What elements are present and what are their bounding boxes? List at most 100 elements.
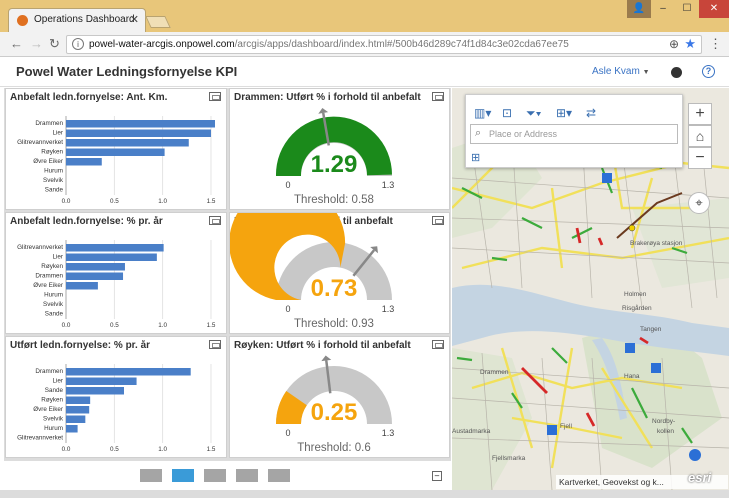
gauge-panel-drammen: Drammen: Utført % i forhold til anbefalt… [229,88,450,210]
address-bar[interactable]: i powel-water-arcgis.onpowel.com/arcgis/… [66,35,702,54]
bar [66,129,211,137]
page-button-4[interactable] [236,469,258,482]
favicon-icon [17,15,28,26]
layers-icon[interactable]: ▥▾ [474,106,491,120]
category-label: Lier [53,378,64,385]
bar [66,244,164,252]
selection-icon[interactable]: ⊞▾ [556,106,572,120]
url-text: powel-water-arcgis.onpowel.com/arcgis/ap… [89,39,569,50]
category-label: Drammen [35,368,63,375]
tick-label: 1.5 [207,322,216,329]
tick-label: 0.5 [110,198,119,205]
esri-logo: esri [688,470,712,485]
user-menu[interactable]: Asle Kvam ▼ [592,66,650,77]
bar [66,368,191,376]
map-label: Risgården [622,304,652,312]
bar [66,396,91,404]
locate-button[interactable]: ⌖ [688,192,710,214]
home-button[interactable]: ⌂ [688,125,712,147]
tick-label: 1.0 [158,322,167,329]
category-label: Sande [45,187,64,194]
dashboard-grid: Anbefalt ledn.fornyelse: Ant. Km. 0.0 0.5… [4,88,451,460]
bar-panel-km: Anbefalt ledn.fornyelse: Ant. Km. 0.0 0.5… [5,88,227,210]
zoom-in-button[interactable]: + [688,103,712,125]
user-name: Asle Kvam [592,66,640,77]
page-button-2[interactable] [172,469,194,482]
bar [66,272,124,280]
category-label: Lier [53,130,64,137]
page-footer: – [4,460,451,490]
bar [66,387,124,395]
map-search[interactable]: ⌕ Place or Address [470,124,678,144]
bar-panel-recommended: Anbefalt ledn.fornyelse: % pr. år 0.0 0.5… [5,212,227,334]
gauge: 0.73 0 1.3 Threshold: 0.93 [230,213,395,330]
tab-bar: Operations Dashboard ✕ 👤 – ☐ ✕ [0,0,729,32]
threshold-marker [318,107,329,114]
browser-tab[interactable]: Operations Dashboard ✕ [8,8,146,32]
window-controls: 👤 – ☐ ✕ [627,0,729,18]
collapse-icon[interactable]: – [432,471,442,481]
info-icon[interactable]: i [72,38,84,50]
bar [66,120,215,128]
category-label: Drammen [35,120,63,127]
bar [66,377,137,385]
threshold-label: Threshold: 0.93 [294,318,374,330]
category-label: Hurum [44,292,63,299]
legend-icon[interactable]: ⊡ [502,106,512,120]
map-label: Fjellsmarka [492,455,526,462]
zoom-icon[interactable]: ⊕ [669,37,679,51]
query-icon[interactable]: ⊞ [471,151,480,164]
gauge-max-label: 1.3 [382,180,395,190]
window-bottom-edge [0,490,729,498]
map-view[interactable]: Brakerøya stasjon Holmen Risgården Tange… [452,88,729,490]
bar-panel-completed: Utført ledn.fornyelse: % pr. år 0.0 0.5 1.… [5,336,227,458]
gauge-max-label: 1.3 [382,304,395,314]
help-icon[interactable]: ? [702,65,715,78]
gauge-value: 1.29 [311,151,358,178]
tick-label: 0.5 [110,446,119,453]
new-tab-button[interactable] [145,16,171,28]
page-button-3[interactable] [204,469,226,482]
tick-label: 1.5 [207,198,216,205]
bar-chart: 0.0 0.5 1.0 1.5 Glitrevannverket Lier Røyken Dr… [17,240,216,329]
category-label: Lier [53,254,64,261]
measure-icon[interactable]: ⇄ [586,106,596,120]
category-label: Røyken [41,397,63,404]
bar [66,158,102,166]
bar [66,139,189,147]
map-label: Holmen [624,291,647,298]
threshold-label: Threshold: 0.58 [294,194,374,206]
category-label: Glitrevannverket [17,139,63,146]
tab-title: Operations Dashboard [34,14,135,25]
bookmark-star-icon[interactable]: ★ [684,36,696,52]
map-toolbar: ▥▾ ⊡ ⏷▾ ⊞▾ ⇄ ⌕ Place or Address ⊞ [465,94,683,168]
category-label: Røyken [41,149,63,156]
category-label: Svelvik [43,301,64,308]
minimize-button[interactable]: – [651,0,675,18]
status-dot-icon[interactable] [671,67,682,78]
map-label: Hana [624,373,640,380]
page-button-1[interactable] [140,469,162,482]
browser-menu-icon[interactable]: ⋮ [709,36,722,52]
zoom-out-button[interactable]: − [688,147,712,169]
tick-label: 1.0 [158,446,167,453]
reload-icon[interactable]: ↻ [49,36,60,52]
category-label: Drammen [35,273,63,280]
maximize-button[interactable]: ☐ [675,0,699,18]
tick-label: 1.5 [207,446,216,453]
search-placeholder: Place or Address [489,129,558,139]
category-label: Øvre Eiker [33,282,63,289]
profile-icon[interactable]: 👤 [627,0,651,18]
gauge-panel-royken: Røyken: Utført % i forhold til anbefalt … [229,336,450,458]
tick-label: 0.0 [62,322,71,329]
tick-label: 0.0 [62,446,71,453]
page-button-5[interactable] [268,469,290,482]
bar [66,148,165,156]
map-label: Brakerøya stasjon [630,240,683,247]
filter-icon[interactable]: ⏷▾ [526,106,541,121]
forward-icon[interactable]: → [30,36,43,51]
back-icon[interactable]: ← [10,36,23,51]
close-window-button[interactable]: ✕ [699,0,729,18]
bar [66,425,78,433]
tab-close-icon[interactable]: ✕ [130,13,139,26]
